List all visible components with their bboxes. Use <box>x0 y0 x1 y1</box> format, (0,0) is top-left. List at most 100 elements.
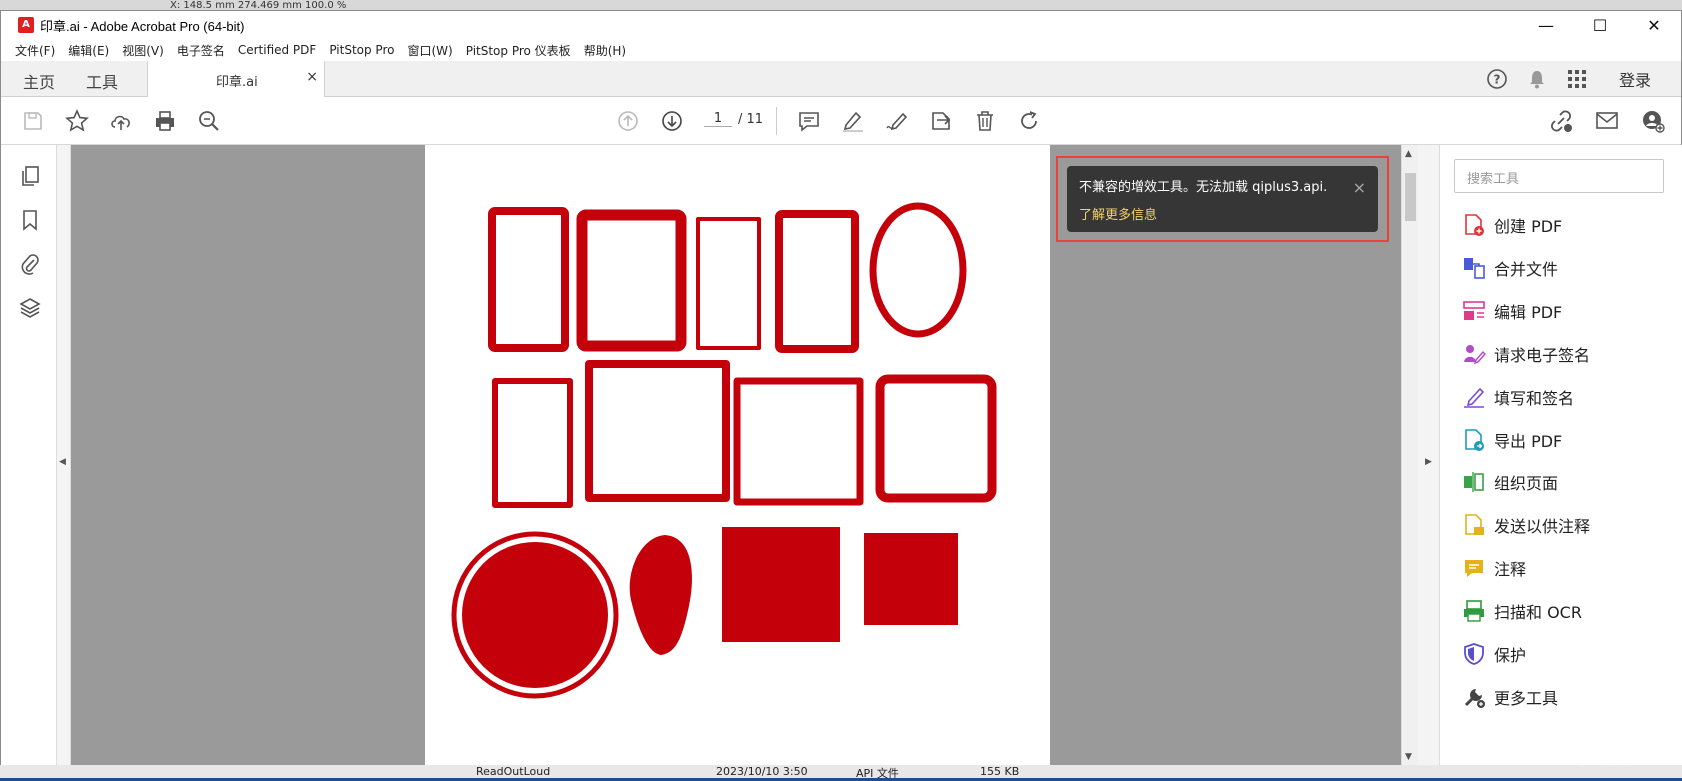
previous-page-icon[interactable] <box>614 107 642 135</box>
next-page-icon[interactable] <box>658 107 686 135</box>
menu-edit[interactable]: 编辑(E) <box>68 42 109 59</box>
menu-help[interactable]: 帮助(H) <box>584 42 626 59</box>
toolbar-divider <box>776 107 777 135</box>
bg-file-name: ReadOutLoud <box>476 765 551 778</box>
window-title: 印章.ai - Adobe Acrobat Pro (64-bit) <box>40 18 245 34</box>
page-thumbnails-icon[interactable] <box>17 163 43 189</box>
tool-more-tools[interactable]: 更多工具 <box>1462 682 1558 712</box>
bookmark-star-icon[interactable] <box>63 107 91 135</box>
plugin-warning-toast: 不兼容的增效工具。无法加载 qiplus3.api. 了解更多信息 × <box>1067 166 1378 232</box>
bg-file-type: API 文件 <box>856 767 899 780</box>
share-link-icon[interactable] <box>1547 107 1575 135</box>
login-button[interactable]: 登录 <box>1619 67 1651 91</box>
stamp-seal <box>864 533 958 625</box>
tool-label: 组织页面 <box>1494 474 1559 493</box>
export-pdf-icon <box>1462 428 1486 452</box>
rotate-icon[interactable] <box>1015 107 1043 135</box>
vertical-scrollbar[interactable]: ▲ ▼ <box>1401 145 1418 766</box>
menu-file[interactable]: 文件(F) <box>15 42 55 59</box>
toast-close-icon[interactable]: × <box>1353 178 1366 197</box>
stamp-frame <box>696 217 761 350</box>
menu-pitstop-dashboard[interactable]: PitStop Pro 仪表板 <box>466 42 571 59</box>
email-icon[interactable] <box>1593 107 1621 135</box>
tool-combine-files[interactable]: 合并文件 <box>1462 253 1558 283</box>
menu-bar: 文件(F) 编辑(E) 视图(V) 电子签名 Certified PDF Pit… <box>1 39 1681 61</box>
comment-icon <box>1462 556 1486 580</box>
tool-create-pdf[interactable]: 创建 PDF <box>1462 210 1562 240</box>
tool-request-signature[interactable]: 请求电子签名 <box>1462 339 1590 369</box>
help-icon[interactable]: ? <box>1477 68 1517 90</box>
zoom-search-icon[interactable] <box>195 107 223 135</box>
sign-pen-icon[interactable] <box>883 107 911 135</box>
stamp-frame <box>875 374 997 503</box>
protect-icon <box>1462 642 1486 666</box>
tool-send-comments[interactable]: 发送以供注释 <box>1462 510 1590 540</box>
organize-pages-icon <box>1462 470 1486 494</box>
tool-protect[interactable]: 保护 <box>1462 639 1526 669</box>
menu-pitstop-pro[interactable]: PitStop Pro <box>329 43 394 57</box>
menu-esign[interactable]: 电子签名 <box>177 42 225 59</box>
tool-label: 合并文件 <box>1494 260 1559 279</box>
bell-icon[interactable] <box>1517 69 1557 89</box>
stamp-tool-icon[interactable] <box>927 107 955 135</box>
stamp-frame <box>576 209 687 352</box>
attachments-paperclip-icon[interactable] <box>17 251 43 277</box>
collapse-left-pane-button[interactable]: ◀ <box>57 145 71 766</box>
bg-file-size: 155 KB <box>980 765 1020 778</box>
learn-more-link[interactable]: 了解更多信息 <box>1079 204 1157 223</box>
tool-label: 创建 PDF <box>1494 217 1563 236</box>
scroll-up-arrow[interactable]: ▲ <box>1405 149 1412 159</box>
stamp-artwork <box>451 202 997 699</box>
tool-label: 发送以供注释 <box>1494 517 1591 536</box>
total-pages: / 11 <box>738 111 764 127</box>
comment-icon[interactable] <box>795 107 823 135</box>
tool-comment[interactable]: 注释 <box>1462 553 1526 583</box>
highlight-pen-icon[interactable] <box>839 107 867 135</box>
tool-label: 请求电子签名 <box>1494 346 1591 365</box>
toolbar: 1 / 11 <box>1 97 1681 145</box>
tool-label: 填写和签名 <box>1494 389 1575 408</box>
window-controls: — ☐ ✕ <box>1519 11 1681 39</box>
document-tab-label: 印章.ai <box>216 75 258 90</box>
tool-label: 更多工具 <box>1494 689 1559 708</box>
maximize-button[interactable]: ☐ <box>1573 11 1627 39</box>
menu-view[interactable]: 视图(V) <box>122 42 164 59</box>
print-icon[interactable] <box>151 107 179 135</box>
tab-home[interactable]: 主页 <box>23 69 55 93</box>
scrollbar-thumb[interactable] <box>1405 173 1416 221</box>
tab-bar-right: ? 登录 <box>1477 61 1681 97</box>
fill-sign-icon <box>1462 385 1486 409</box>
close-tab-icon[interactable]: × <box>306 69 318 85</box>
pdf-page <box>425 145 1050 766</box>
delete-trash-icon[interactable] <box>971 107 999 135</box>
add-user-icon[interactable] <box>1639 107 1667 135</box>
tool-export-pdf[interactable]: 导出 PDF <box>1462 425 1562 455</box>
combine-files-icon <box>1462 256 1486 280</box>
upload-cloud-icon[interactable] <box>107 107 135 135</box>
menu-certified-pdf[interactable]: Certified PDF <box>238 43 317 57</box>
tool-fill-sign[interactable]: 填写和签名 <box>1462 382 1574 412</box>
apps-grid-icon[interactable] <box>1557 70 1597 88</box>
current-page-input[interactable]: 1 <box>704 111 732 127</box>
minimize-button[interactable]: — <box>1519 11 1573 39</box>
tab-tools[interactable]: 工具 <box>86 69 118 93</box>
close-window-button[interactable]: ✕ <box>1627 11 1681 39</box>
tool-edit-pdf[interactable]: 编辑 PDF <box>1462 296 1562 326</box>
stamp-frame <box>733 377 864 506</box>
tool-organize-pages[interactable]: 组织页面 <box>1462 467 1558 497</box>
collapse-right-pane-button[interactable]: ▶ <box>1418 145 1440 766</box>
tool-scan-ocr[interactable]: 扫描和 OCR <box>1462 596 1582 626</box>
layers-icon[interactable] <box>17 295 43 321</box>
stamp-seal <box>722 527 840 642</box>
title-bar: A 印章.ai - Adobe Acrobat Pro (64-bit) — ☐… <box>1 11 1681 39</box>
tab-document[interactable]: 印章.ai × <box>147 61 325 97</box>
search-tools-input[interactable]: 搜索工具 <box>1454 159 1664 193</box>
tab-bar: 主页 工具 印章.ai × ? 登录 <box>1 61 1681 97</box>
scan-ocr-icon <box>1462 599 1486 623</box>
scroll-down-arrow[interactable]: ▼ <box>1405 752 1412 762</box>
bookmarks-icon[interactable] <box>17 207 43 233</box>
save-icon[interactable] <box>19 107 47 135</box>
tools-pane: 搜索工具 创建 PDF 合并文件 编辑 PDF 请求电子签名 填写和签名 导出 … <box>1440 145 1682 766</box>
stamp-frame <box>488 207 569 352</box>
menu-window[interactable]: 窗口(W) <box>407 42 452 59</box>
